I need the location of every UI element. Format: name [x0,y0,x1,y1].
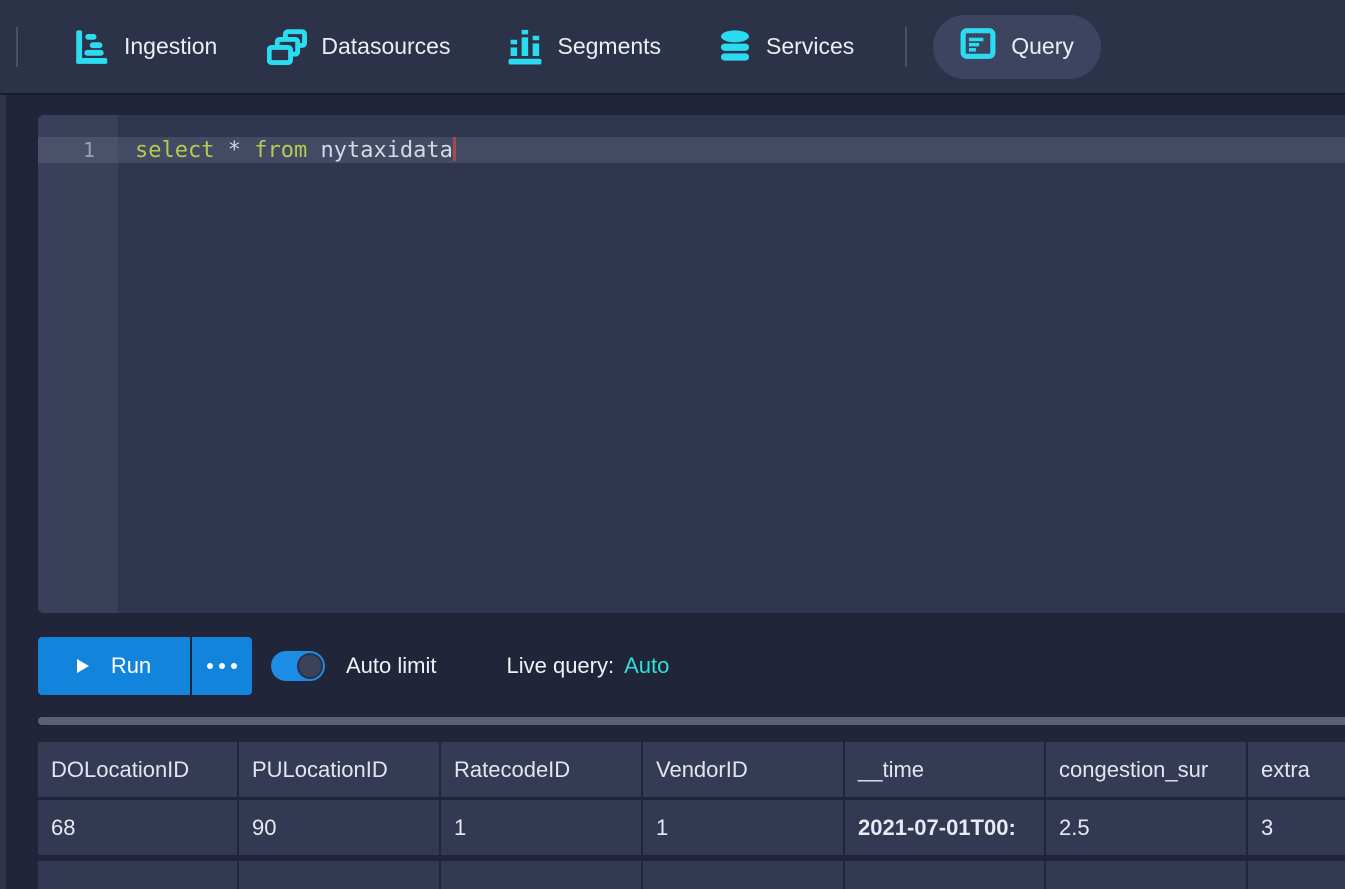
column-header-VendorID[interactable]: VendorID [643,742,843,797]
live-query-value-link[interactable]: Auto [624,653,669,679]
run-button[interactable]: Run [38,637,190,695]
table-cell[interactable] [845,861,1044,889]
column-header-extra[interactable]: extra [1248,742,1345,797]
nav-tab-label: Query [1011,33,1074,60]
column-header-__time[interactable]: __time [845,742,1044,797]
table-cell[interactable] [1248,861,1345,889]
code-line[interactable]: select * from nytaxidata [135,137,456,163]
sql-editor[interactable]: 1 select * from nytaxidata [38,115,1345,613]
table-cell[interactable]: 1 [643,800,843,855]
top-navbar: Ingestion Datasources Segments [0,0,1345,95]
nav-tab-services[interactable]: Services [718,29,854,65]
table-cell[interactable]: 90 [239,800,439,855]
code-line-text: select * from nytaxidata [135,138,453,163]
table-cell[interactable]: 3 [1248,800,1345,855]
table-row: 6890112021-07-01T00:2.53 [38,800,1345,855]
code-token [214,138,227,163]
nav-tab-label: Services [766,33,854,60]
column-header-congestion_sur[interactable]: congestion_sur [1046,742,1246,797]
table-row [38,861,1345,889]
table-cell[interactable] [38,861,237,889]
text-cursor [453,137,456,161]
table-cell[interactable] [643,861,843,889]
run-more-options-button[interactable] [192,637,252,695]
horizontal-scrollbar[interactable] [38,717,1345,725]
code-token: select [135,138,214,163]
table-cell[interactable]: 2.5 [1046,800,1246,855]
left-panel-edge [0,95,6,889]
table-cell[interactable]: 2021-07-01T00: [845,800,1044,855]
nav-tab-datasources[interactable]: Datasources [267,29,450,65]
services-icon [718,29,752,65]
table-cell[interactable]: 1 [441,800,641,855]
nav-tab-label: Segments [557,33,661,60]
query-results-table: DOLocationIDPULocationIDRatecodeIDVendor… [38,742,1345,889]
table-cell[interactable]: 68 [38,800,237,855]
nav-tab-segments[interactable]: Segments [507,29,661,65]
code-token: nytaxidata [307,138,453,163]
table-cell[interactable] [1046,861,1246,889]
nav-tab-label: Ingestion [124,33,217,60]
nav-divider [905,27,907,67]
table-cell[interactable] [441,861,641,889]
column-header-PULocationID[interactable]: PULocationID [239,742,439,797]
nav-divider [16,27,18,67]
table-header-row: DOLocationIDPULocationIDRatecodeIDVendor… [38,742,1345,797]
query-controls: Run Auto limit Live query: Auto [38,637,669,695]
segments-icon [507,29,543,65]
query-icon [960,28,996,65]
ingestion-icon [74,29,110,65]
code-token: * [228,138,241,163]
column-header-RatecodeID[interactable]: RatecodeID [441,742,641,797]
run-button-label: Run [111,653,151,679]
table-cell[interactable] [239,861,439,889]
nav-tab-query-active[interactable]: Query [933,15,1101,79]
editor-gutter [38,115,118,613]
nav-tab-label: Datasources [321,33,450,60]
column-header-DOLocationID[interactable]: DOLocationID [38,742,237,797]
code-token [241,138,254,163]
nav-tab-ingestion[interactable]: Ingestion [74,29,217,65]
code-token: from [254,138,307,163]
line-number: 1 [38,137,95,163]
live-query-label: Live query: [506,653,614,679]
toggle-knob [297,653,323,679]
datasources-icon [267,29,307,65]
auto-limit-toggle[interactable] [271,651,325,681]
more-icon [207,663,237,669]
auto-limit-label: Auto limit [346,653,436,679]
play-icon [77,659,89,673]
